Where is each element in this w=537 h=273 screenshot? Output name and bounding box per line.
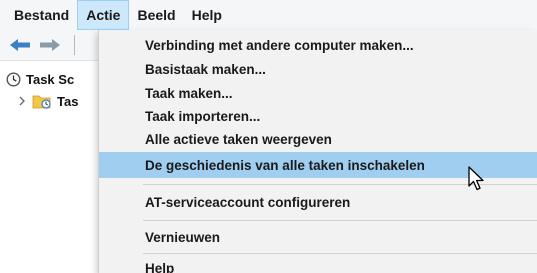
menu-beeld[interactable]: Beeld <box>129 0 183 30</box>
back-button[interactable] <box>8 35 32 55</box>
chevron-right-icon <box>19 96 25 106</box>
menu-item-import-task[interactable]: Taak importeren... <box>99 105 537 127</box>
task-scheduler-window: Bestand Actie Beeld Help Task Sc Tas Ver… <box>0 0 537 273</box>
forward-button[interactable] <box>38 35 62 55</box>
action-menu-dropdown: Verbinding met andere computer maken... … <box>98 30 537 273</box>
clock-icon <box>6 71 21 87</box>
folder-clock-icon <box>32 95 51 109</box>
menubar: Bestand Actie Beeld Help <box>0 0 537 30</box>
tree-item-label: Tas <box>57 93 79 109</box>
tree-item-task-library[interactable]: Tas <box>18 91 78 111</box>
menu-item-create-basic-task[interactable]: Basistaak maken... <box>99 58 537 80</box>
toolbar <box>0 30 110 60</box>
menu-help[interactable]: Help <box>184 0 230 30</box>
menu-bestand[interactable]: Bestand <box>6 0 77 30</box>
back-arrow-icon <box>10 39 30 51</box>
menu-actie[interactable]: Actie <box>77 0 130 30</box>
menu-item-configure-at-account[interactable]: AT-serviceaccount configureren <box>99 191 537 213</box>
navigation-tree: Task Sc Tas <box>0 60 110 273</box>
forward-arrow-icon <box>40 39 60 51</box>
menu-item-help[interactable]: Help <box>99 257 537 273</box>
menu-separator <box>143 253 537 254</box>
tree-item-task-scheduler[interactable]: Task Sc <box>6 69 74 89</box>
menu-item-refresh[interactable]: Vernieuwen <box>99 226 537 248</box>
menu-item-show-running-tasks[interactable]: Alle actieve taken weergeven <box>99 128 537 150</box>
menu-item-connect-computer[interactable]: Verbinding met andere computer maken... <box>99 34 537 56</box>
menu-item-create-task[interactable]: Taak maken... <box>99 82 537 104</box>
tree-item-label: Task Sc <box>26 71 75 87</box>
toolbar-divider <box>74 35 75 55</box>
mouse-pointer-icon <box>468 166 484 191</box>
menu-separator <box>143 220 537 221</box>
